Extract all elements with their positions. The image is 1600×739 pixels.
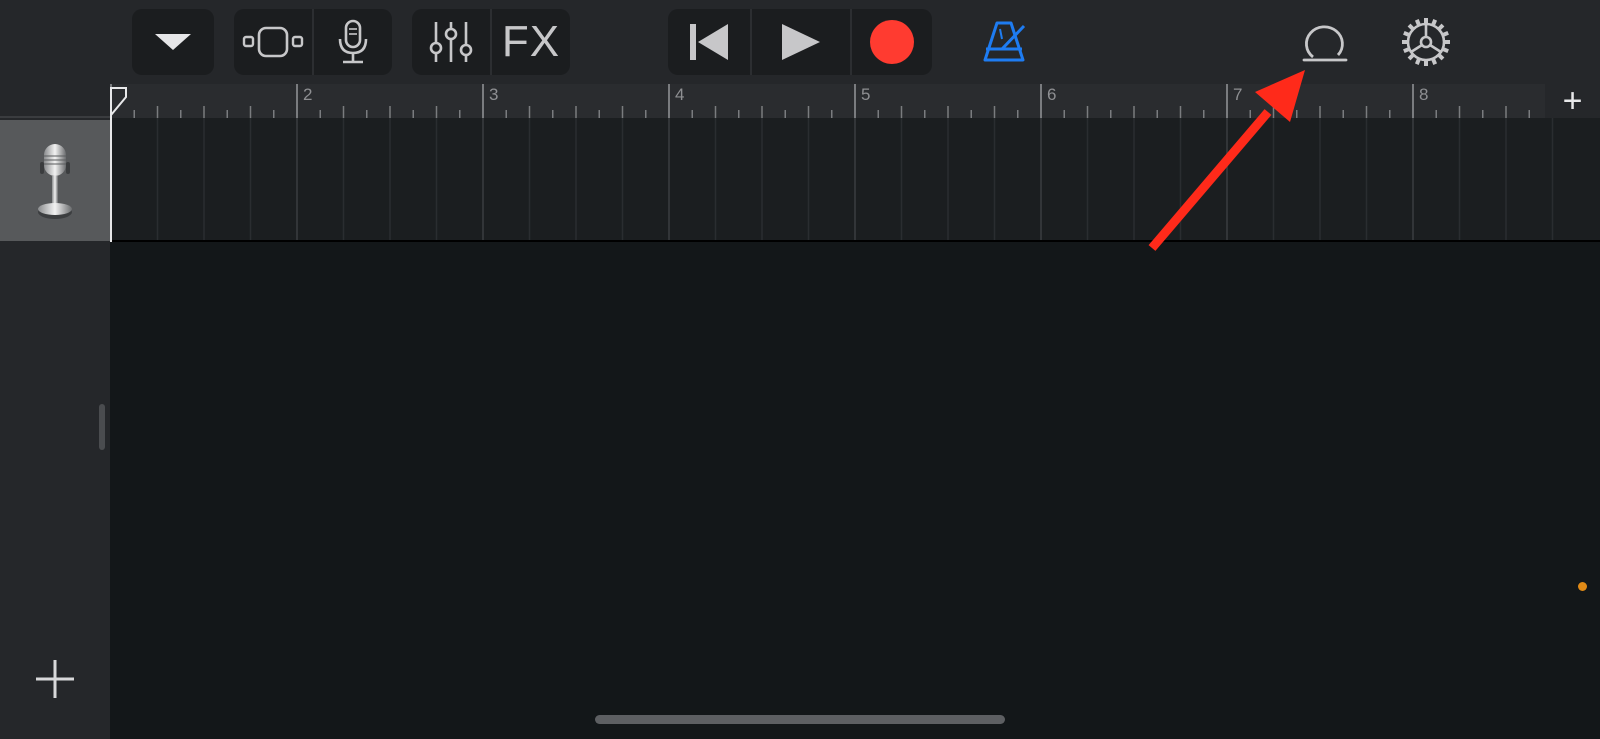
plus-icon [36,660,74,698]
tracks-view-button[interactable] [234,9,312,75]
microphone-icon [338,19,368,64]
mixer-sliders-icon [429,22,473,62]
control-bar: FX [0,0,1600,84]
play-button[interactable] [750,9,850,75]
ruler-bar-number: 7 [1233,85,1243,104]
ruler-ticks [110,84,1530,118]
add-track-button[interactable] [28,652,82,706]
gear-icon [1402,18,1450,66]
record-button[interactable] [850,9,932,75]
bar-ruler[interactable]: 2 3 4 5 6 7 8 [110,84,1545,118]
empty-workspace[interactable] [110,243,1600,739]
skip-back-icon [690,24,728,60]
chevron-down-icon [155,34,191,50]
track-header-resize-handle[interactable] [99,404,105,450]
browser-toggle-button[interactable] [132,9,214,75]
go-to-beginning-button[interactable] [668,9,750,75]
garageband-tracks-view: FX 2 3 4 5 6 7 8 + [0,0,1600,739]
track-header-audio-recorder[interactable] [0,120,110,241]
home-indicator[interactable] [595,715,1005,724]
ruler-bar-number: 4 [675,85,685,104]
tracks-view-icon [242,26,304,58]
ruler-bar-number: 2 [303,85,313,104]
play-icon [782,24,820,60]
add-section-button[interactable]: + [1545,84,1600,118]
mixer-fx-button-group: FX [412,9,570,75]
mixer-button[interactable] [412,9,490,75]
studio-microphone-icon [38,144,72,219]
ruler-corner [0,84,110,118]
metronome-icon [983,21,1026,62]
transport-controls [668,9,932,75]
ruler-bar-number: 8 [1419,85,1429,104]
playhead-handle[interactable] [110,87,128,117]
ruler-bar-number: 3 [489,85,499,104]
browser-button-group [132,9,214,75]
record-icon [870,20,914,64]
track-lane-grid [110,118,1554,240]
metronome-button[interactable] [976,9,1032,75]
fx-button[interactable]: FX [490,9,570,75]
fx-label: FX [501,17,561,66]
view-button-group [234,9,392,75]
track-lane[interactable] [110,118,1600,242]
instrument-button[interactable] [312,9,392,75]
settings-button[interactable] [1398,9,1454,75]
ruler-bar-number: 6 [1047,85,1057,104]
loop-browser-button[interactable] [1296,9,1352,75]
status-dot [1578,582,1587,591]
ruler-bar-number: 5 [861,85,871,104]
loop-icon [1302,25,1348,62]
